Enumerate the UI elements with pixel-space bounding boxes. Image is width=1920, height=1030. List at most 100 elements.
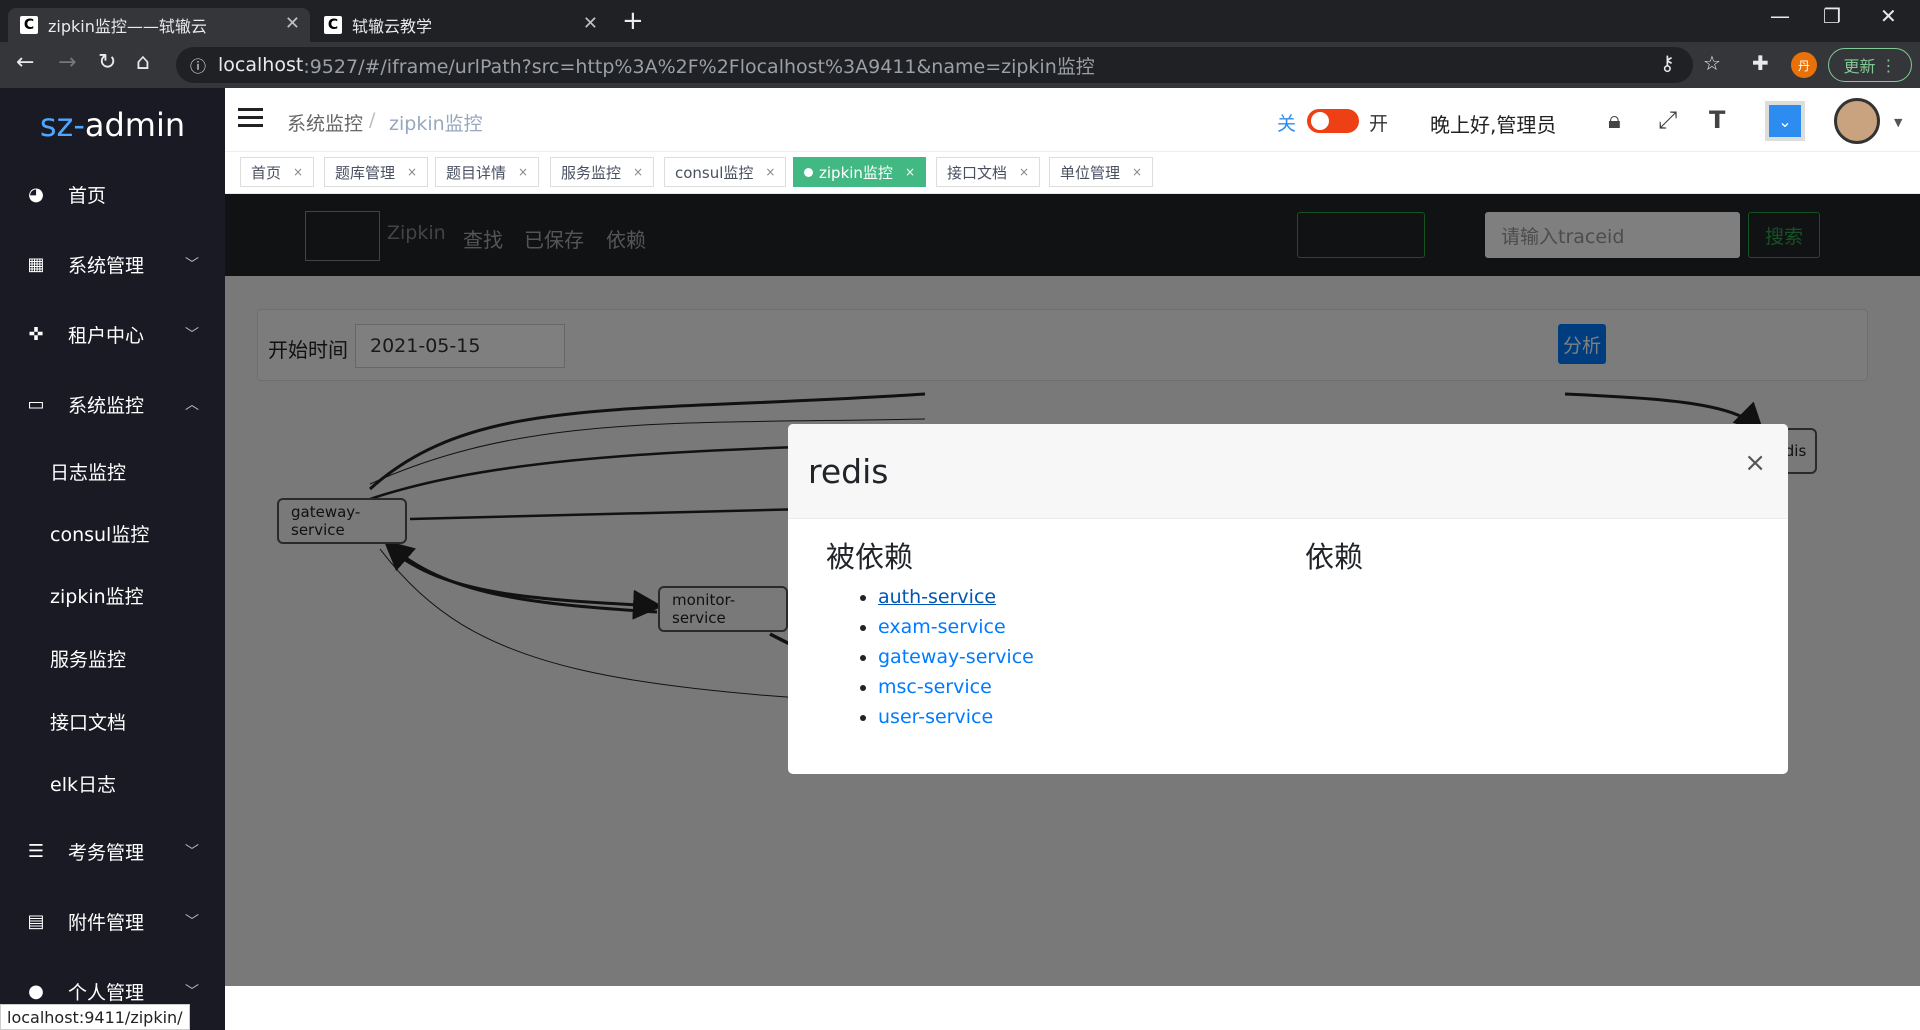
home-icon[interactable]: ⌂ [136, 50, 150, 75]
sidebar-item-label: 租户中心 [68, 324, 145, 347]
brand-prefix: sz- [39, 106, 85, 144]
back-arrow-icon[interactable]: ← [16, 50, 34, 75]
close-icon[interactable]: × [905, 165, 915, 179]
grid-icon: ▦ [27, 253, 45, 275]
service-link[interactable]: auth-service [878, 586, 996, 608]
close-icon[interactable]: × [1132, 165, 1142, 179]
brand-suffix: admin [84, 106, 186, 144]
tag-zipkin[interactable]: zipkin监控 × [793, 157, 926, 187]
tag-question-detail[interactable]: 题目详情 × [435, 157, 540, 187]
sidebar-subitem-log[interactable]: 日志监控 [50, 458, 126, 485]
tag-label: 题目详情 [446, 163, 507, 182]
close-icon[interactable]: × [407, 165, 417, 179]
file-icon: ▤ [27, 910, 45, 932]
sidebar-item-exam[interactable]: ☰ 考务管理 ﹀ [0, 831, 225, 871]
sidebar-subitem-elk[interactable]: elk日志 [50, 770, 116, 797]
extensions-puzzle-icon[interactable]: ✚ [1752, 51, 1769, 75]
greeting-text: 晚上好,管理员 [1430, 113, 1557, 137]
tag-label: 接口文档 [947, 163, 1008, 182]
list-item: user-service [878, 702, 1034, 732]
depended-on-list: auth-service exam-service gateway-servic… [838, 582, 1034, 732]
avatar[interactable] [1834, 98, 1880, 144]
dropdown-chevron-icon[interactable]: ⌄ [1765, 101, 1805, 141]
sidebar-item-label: 系统监控 [68, 394, 145, 417]
lock-icon[interactable]: 🔒︎ [1608, 106, 1621, 134]
browser-tab-teaching[interactable]: C 轼辙云教学 ✕ [312, 8, 608, 42]
window-close-icon[interactable]: ✕ [1880, 4, 1897, 28]
sidebar-item-label: 个人管理 [68, 981, 145, 1004]
service-link[interactable]: user-service [878, 706, 993, 728]
sidebar-item-tenant[interactable]: ✜ 租户中心 ﹀ [0, 314, 225, 354]
caret-down-icon[interactable]: ▼ [1894, 116, 1902, 129]
service-link[interactable]: msc-service [878, 676, 992, 698]
minimize-icon[interactable]: — [1770, 4, 1790, 28]
sidebar-item-system[interactable]: ▦ 系统管理 ﹀ [0, 244, 225, 284]
sidebar-item-attachment[interactable]: ▤ 附件管理 ﹀ [0, 901, 225, 941]
tag-home[interactable]: 首页 × [240, 157, 315, 187]
service-link[interactable]: exam-service [878, 616, 1006, 638]
site-favicon-icon: C [20, 16, 38, 34]
tag-label: 服务监控 [561, 163, 622, 182]
sidebar-item-home[interactable]: ◕ 首页 [0, 174, 225, 214]
close-icon[interactable]: × [293, 165, 303, 179]
theme-toggle-switch[interactable] [1307, 109, 1359, 133]
top-navbar: 系统监控 / zipkin监控 关 开 晚上好,管理员 🔒︎ ⤢ T ⌄ ▼ [225, 88, 1920, 152]
chevron-down-icon: ﹀ [185, 327, 199, 343]
forward-arrow-icon[interactable]: → [58, 50, 76, 75]
chevron-down-icon: ﹀ [185, 914, 199, 930]
sidebar-item-monitor[interactable]: ▭ 系统监控 ︿ [0, 384, 225, 424]
url-host: localhost [218, 54, 304, 76]
close-icon[interactable]: × [1744, 448, 1766, 478]
sidebar-item-label: 系统管理 [68, 254, 145, 277]
info-icon[interactable]: ⓘ [190, 53, 206, 77]
sidebar-subitem-zipkin[interactable]: zipkin监控 [50, 582, 144, 609]
address-bar[interactable]: ⓘ localhost :9527/#/iframe/urlPath?src=h… [176, 47, 1693, 83]
sidebar-subitem-api-doc[interactable]: 接口文档 [50, 708, 126, 735]
depended-on-heading: 被依赖 [826, 540, 914, 574]
browser-tab-zipkin[interactable]: C zipkin监控——轼辙云 ✕ [8, 8, 310, 42]
close-icon[interactable]: × [518, 165, 528, 179]
chevron-down-icon: ﹀ [185, 984, 199, 1000]
close-icon[interactable]: × [1019, 165, 1029, 179]
tag-service-monitor[interactable]: 服务监控 × [550, 157, 655, 187]
close-icon[interactable]: × [633, 165, 643, 179]
modal-header: redis × [788, 424, 1788, 519]
url-path: :9527/#/iframe/urlPath?src=http%3A%2F%2F… [303, 55, 1095, 78]
sidebar: sz-admin ◕ 首页 ▦ 系统管理 ﹀ ✜ 租户中心 ﹀ ▭ 系统监控 ︿… [0, 88, 225, 1030]
dependency-modal: redis × 被依赖 依赖 auth-service exam-service… [788, 424, 1788, 774]
tag-label: consul监控 [675, 163, 754, 182]
tag-api-doc[interactable]: 接口文档 × [936, 157, 1041, 187]
hamburger-menu-icon[interactable] [238, 108, 263, 128]
update-label: 更新 [1843, 57, 1876, 76]
reload-icon[interactable]: ↻ [98, 50, 116, 75]
restore-icon[interactable]: ❐ [1823, 4, 1841, 28]
update-button[interactable]: 更新 ⋮ [1828, 48, 1912, 82]
tag-label: 题库管理 [335, 163, 396, 182]
browser-tab-title: 轼辙云教学 [352, 17, 433, 36]
tag-label: zipkin监控 [819, 163, 893, 182]
key-icon[interactable]: ⚷ [1660, 51, 1675, 75]
breadcrumb-separator: / [369, 109, 376, 131]
close-icon[interactable]: ✕ [583, 13, 598, 34]
star-icon[interactable]: ☆ [1703, 51, 1721, 75]
sidebar-subitem-consul[interactable]: consul监控 [50, 520, 149, 547]
browser-tab-strip: C zipkin监控——轼辙云 ✕ C 轼辙云教学 ✕ + — ❐ ✕ [0, 0, 1920, 42]
font-size-icon[interactable]: T [1709, 106, 1725, 134]
close-icon[interactable]: × [765, 165, 775, 179]
profile-avatar[interactable]: 丹 [1791, 52, 1817, 78]
new-tab-plus-icon[interactable]: + [622, 6, 644, 36]
tag-label: 单位管理 [1060, 163, 1121, 182]
toggle-on-label: 开 [1369, 113, 1389, 135]
list-item: msc-service [878, 672, 1034, 702]
list-item: auth-service [878, 582, 1034, 612]
sidebar-subitem-service[interactable]: 服务监控 [50, 645, 126, 672]
tag-unit[interactable]: 单位管理 × [1049, 157, 1154, 187]
target-icon: ✜ [28, 323, 44, 345]
tag-consul[interactable]: consul监控 × [664, 157, 787, 187]
service-link[interactable]: gateway-service [878, 646, 1034, 668]
list-icon: ☰ [27, 840, 45, 862]
site-favicon-icon: C [324, 16, 342, 34]
close-icon[interactable]: ✕ [285, 13, 300, 34]
fullscreen-icon[interactable]: ⤢ [1658, 106, 1677, 134]
tag-question-bank[interactable]: 题库管理 × [324, 157, 429, 187]
